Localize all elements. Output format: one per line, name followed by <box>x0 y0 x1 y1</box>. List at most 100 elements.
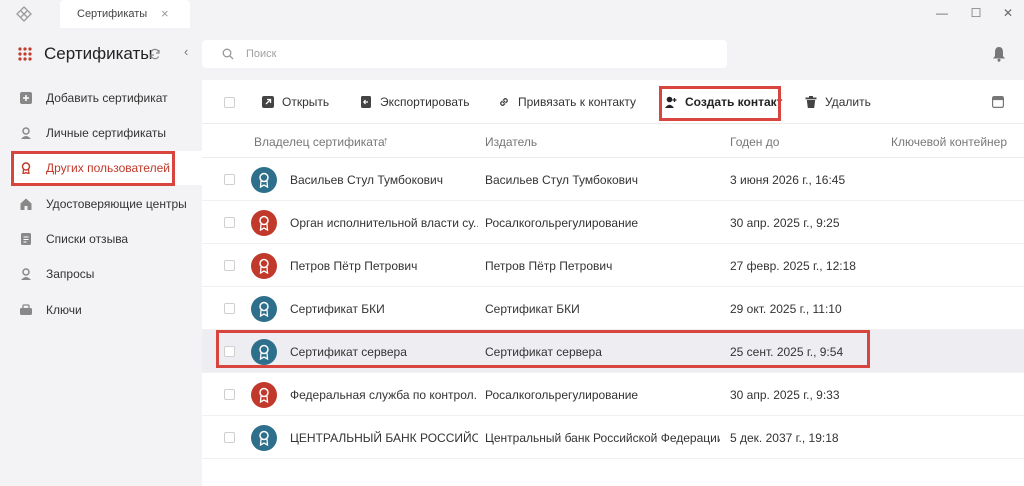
cell-owner: Орган исполнительной власти су... <box>290 216 478 230</box>
table-row[interactable]: Сертификат БКИ Сертификат БКИ 29 окт. 2025… <box>202 287 1024 330</box>
trash-icon <box>805 96 817 108</box>
select-all-checkbox[interactable] <box>224 97 235 108</box>
table-row[interactable]: Орган исполнительной власти су... Росалко… <box>202 201 1024 244</box>
cell-valid-until: 27 февр. 2025 г., 12:18 <box>730 259 856 273</box>
open-external-icon <box>262 96 274 108</box>
tab-label: Сертификаты <box>77 8 148 20</box>
row-checkbox[interactable] <box>224 174 235 185</box>
main-panel: Открыть Экспортировать Привязать к конта… <box>202 80 1024 486</box>
certificate-icon <box>251 339 277 365</box>
cell-owner: Сертификат БКИ <box>290 302 385 316</box>
column-issuer[interactable]: Издатель <box>485 135 537 149</box>
cell-valid-until: 29 окт. 2025 г., 11:10 <box>730 302 842 316</box>
maximize-icon[interactable]: ☐ <box>966 4 986 22</box>
table-header: Владелец сертификата ↑ Издатель Годен до… <box>202 124 1024 158</box>
sort-ascending-icon[interactable]: ↑ <box>383 135 389 147</box>
column-valid-until[interactable]: Годен до <box>730 135 779 149</box>
certificate-icon <box>251 210 277 236</box>
sidebar-item-certification-centers[interactable]: Удостоверяющие центры <box>10 187 202 221</box>
layout-icon[interactable] <box>992 96 1004 108</box>
app-logo-icon <box>16 6 32 22</box>
link-to-contact-button[interactable]: Привязать к контакту <box>498 94 638 110</box>
certificate-icon <box>251 296 277 322</box>
sidebar-item-add-certificate[interactable]: Добавить сертификат <box>10 81 202 115</box>
title-bar: Сертификаты × — ☐ ✕ <box>0 0 1024 28</box>
sidebar-item-label: Добавить сертификат <box>46 91 168 105</box>
apps-grid-icon[interactable] <box>18 47 32 61</box>
sidebar-item-other-users[interactable]: Других пользователей <box>10 151 202 185</box>
create-contact-button[interactable]: Создать контакт <box>665 94 783 110</box>
key-icon <box>20 304 32 315</box>
cell-valid-until: 25 сент. 2025 г., 9:54 <box>730 345 844 359</box>
list-file-icon <box>21 233 31 245</box>
delete-button[interactable]: Удалить <box>805 94 875 110</box>
cell-owner: Сертификат сервера <box>290 345 407 359</box>
sidebar: Сертификаты ‹ Добавить сертификат Личные… <box>0 28 202 486</box>
cell-valid-until: 5 дек. 2037 г., 19:18 <box>730 431 839 445</box>
row-checkbox[interactable] <box>224 432 235 443</box>
sidebar-item-label: Запросы <box>46 267 95 281</box>
tab-close-icon[interactable]: × <box>161 6 169 21</box>
table-row[interactable]: Петров Пётр Петрович Петров Пётр Петрович… <box>202 244 1024 287</box>
cell-issuer: Васильев Стул Тумбокович <box>485 173 638 187</box>
export-button[interactable]: Экспортировать <box>360 94 470 110</box>
cell-issuer: Центральный банк Российской Федерации <box>485 431 720 445</box>
sidebar-item-revocation-lists[interactable]: Списки отзыва <box>10 222 202 256</box>
sidebar-item-label: Списки отзыва <box>46 232 129 246</box>
plus-square-icon <box>20 92 32 104</box>
cell-issuer: Сертификат БКИ <box>485 302 580 316</box>
person-question-icon <box>21 268 31 280</box>
open-button[interactable]: Открыть <box>262 94 332 110</box>
cell-issuer: Сертификат сервера <box>485 345 602 359</box>
sidebar-item-label: Удостоверяющие центры <box>46 197 187 211</box>
certificate-icon <box>251 382 277 408</box>
table-row[interactable]: Сертификат сервера Сертификат сервера 25 с… <box>202 330 1024 373</box>
medal-icon <box>21 162 31 174</box>
toolbar: Открыть Экспортировать Привязать к конта… <box>202 80 1024 124</box>
sidebar-title: Сертификаты <box>44 44 153 63</box>
sidebar-item-label: Ключи <box>46 303 82 317</box>
column-key-container[interactable]: Ключевой контейнер <box>891 135 1007 149</box>
search-input[interactable] <box>246 45 706 63</box>
row-checkbox[interactable] <box>224 260 235 271</box>
cell-issuer: Петров Пётр Петрович <box>485 259 613 273</box>
sidebar-item-requests[interactable]: Запросы <box>10 257 202 291</box>
cell-valid-until: 30 апр. 2025 г., 9:33 <box>730 388 840 402</box>
certificate-icon <box>251 167 277 193</box>
column-owner[interactable]: Владелец сертификата <box>254 135 385 149</box>
collapse-sidebar-icon[interactable]: ‹ <box>184 44 188 59</box>
cell-valid-until: 30 апр. 2025 г., 9:25 <box>730 216 840 230</box>
sidebar-item-personal-certificates[interactable]: Личные сертификаты <box>10 116 202 150</box>
cell-owner: Петров Пётр Петрович <box>290 259 418 273</box>
add-user-icon <box>665 96 677 108</box>
table-row[interactable]: Федеральная служба по контрол... Росалког… <box>202 373 1024 416</box>
row-checkbox[interactable] <box>224 217 235 228</box>
table-row[interactable]: ЦЕНТРАЛЬНЫЙ БАНК РОССИЙС... Центральный б… <box>202 416 1024 459</box>
cell-owner: Васильев Стул Тумбокович <box>290 173 443 187</box>
cell-issuer: Росалкогольрегулирование <box>485 216 639 230</box>
certificate-icon <box>251 425 277 451</box>
bell-icon[interactable] <box>992 46 1006 62</box>
sidebar-item-label: Личные сертификаты <box>46 126 166 140</box>
cell-issuer: Росалкогольрегулирование <box>485 388 639 402</box>
sync-icon[interactable] <box>149 48 161 60</box>
search-icon <box>222 48 234 60</box>
home-icon <box>20 198 32 210</box>
row-checkbox[interactable] <box>224 346 235 357</box>
close-window-icon[interactable]: ✕ <box>998 4 1018 22</box>
search-bar <box>202 40 727 68</box>
sidebar-item-label: Других пользователей <box>46 161 170 175</box>
cell-valid-until: 3 июня 2026 г., 16:45 <box>730 173 846 187</box>
export-icon <box>361 96 371 108</box>
row-checkbox[interactable] <box>224 389 235 400</box>
cell-owner: ЦЕНТРАЛЬНЫЙ БАНК РОССИЙС... <box>290 431 478 445</box>
certificate-icon <box>251 253 277 279</box>
person-icon <box>21 127 31 139</box>
link-icon <box>500 98 508 106</box>
minimize-icon[interactable]: — <box>932 4 952 22</box>
cell-owner: Федеральная служба по контрол... <box>290 388 478 402</box>
table-row[interactable]: Васильев Стул Тумбокович Васильев Стул Ту… <box>202 158 1024 201</box>
tab-certificates[interactable]: Сертификаты × <box>60 0 190 28</box>
sidebar-item-keys[interactable]: Ключи <box>10 293 202 327</box>
row-checkbox[interactable] <box>224 303 235 314</box>
